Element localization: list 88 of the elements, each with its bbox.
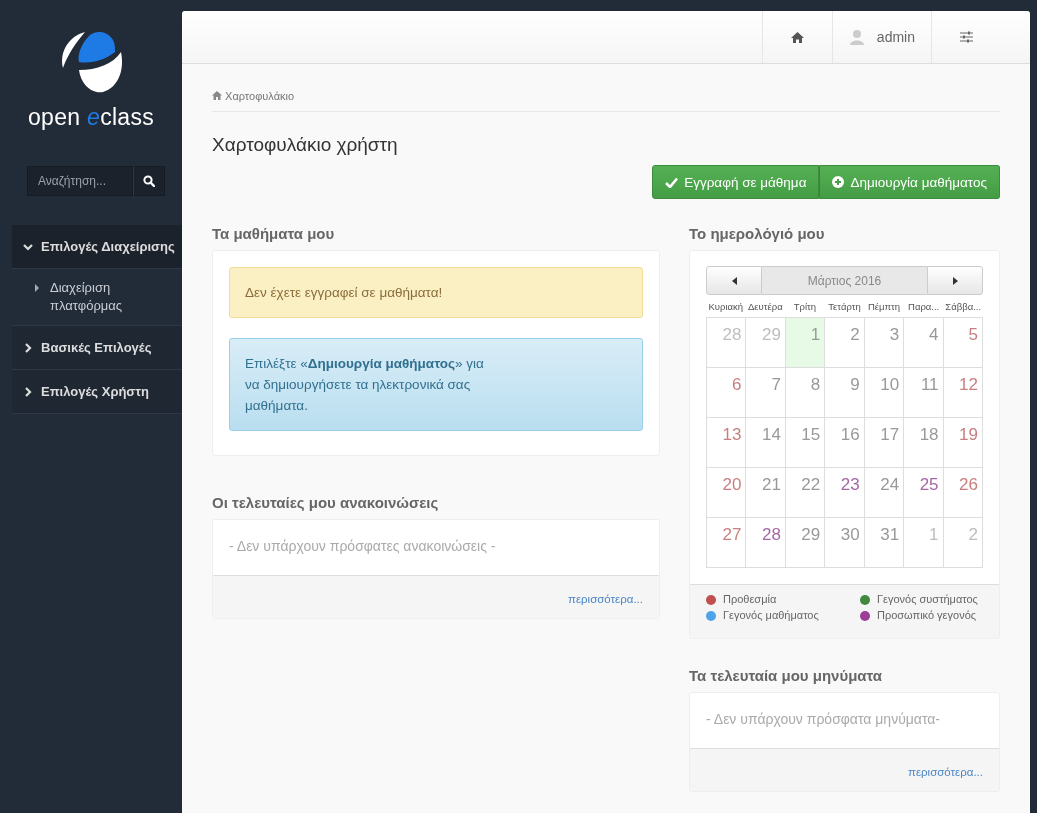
- caret-right-icon: [952, 276, 958, 285]
- home-icon: [212, 91, 222, 100]
- calendar-day[interactable]: 6: [707, 368, 747, 418]
- calendar-day[interactable]: 2: [825, 318, 865, 368]
- calendar-day[interactable]: 17: [864, 418, 905, 468]
- previous-month-button[interactable]: [706, 266, 762, 295]
- calendar-day[interactable]: 23: [825, 468, 865, 518]
- calendar-day[interactable]: 29: [746, 318, 786, 368]
- calendar-day[interactable]: 11: [904, 368, 944, 418]
- calendar-day[interactable]: 4: [904, 318, 944, 368]
- legend-label: Προσωπικό γεγονός: [877, 610, 977, 621]
- calendar-day[interactable]: 28: [707, 318, 747, 368]
- calendar-day[interactable]: 20: [707, 468, 747, 518]
- caret-left-icon: [731, 276, 737, 285]
- calendar-day[interactable]: 31: [864, 518, 905, 568]
- page-title: Χαρτοφυλάκιο χρήστη: [212, 134, 399, 156]
- calendar-day[interactable]: 29: [785, 518, 826, 568]
- section-title: Τα τελευταία μου μηνύματα: [689, 667, 884, 684]
- weekday-label: Τετάρτη: [827, 301, 862, 314]
- user-avatar-icon: [848, 29, 865, 45]
- empty-message: - Δεν υπάρχουν πρόσφατες ανακοινώσεις -: [229, 538, 497, 554]
- legend-label: Γεγονός συστήματος: [877, 594, 978, 605]
- menu-section-label: Επιλογές Διαχείρισης: [41, 239, 175, 254]
- section-title: Τα μαθήματα μου: [212, 225, 336, 242]
- search-icon: [143, 175, 155, 187]
- section-title: Το ημερολόγιό μου: [689, 225, 826, 242]
- warning-alert: Δεν έχετε εγγραφεί σε μαθήματα!: [229, 267, 643, 318]
- calendar-day[interactable]: 24: [864, 468, 905, 518]
- calendar-day[interactable]: 7: [746, 368, 786, 418]
- calendar-day[interactable]: 26: [943, 468, 983, 518]
- chevron-icon: [23, 342, 33, 353]
- chevron-icon: [23, 241, 33, 252]
- breadcrumb-link[interactable]: Χαρτοφυλάκιο: [212, 90, 295, 102]
- search-button[interactable]: [133, 166, 165, 196]
- menu-section-label: Βασικές Επιλογές: [41, 340, 152, 355]
- calendar-day[interactable]: 1: [785, 318, 826, 368]
- calendar-day[interactable]: 21: [746, 468, 786, 518]
- weekday-label: Παρα...: [907, 301, 941, 314]
- enroll-button[interactable]: Εγγραφή σε μάθημα: [652, 165, 820, 199]
- home-icon: [790, 31, 804, 43]
- calendar-day[interactable]: 1: [904, 518, 944, 568]
- logo-text: open eclass: [27, 104, 155, 131]
- weekday-label: Κυριακή: [707, 301, 745, 314]
- sliders-icon: [960, 31, 973, 43]
- create-course-button[interactable]: Δημιουργία μαθήματος: [819, 165, 1000, 199]
- user-name: admin: [876, 29, 915, 45]
- legend-label: Γεγονός μαθήματος: [723, 610, 819, 621]
- legend-label: Προθεσμία: [723, 594, 777, 605]
- calendar-day[interactable]: 3: [864, 318, 905, 368]
- chevron-icon: [23, 386, 33, 397]
- more-link[interactable]: περισσότερα...: [907, 766, 983, 778]
- weekday-label: Τρίτη: [792, 301, 818, 314]
- calendar-day[interactable]: 14: [746, 418, 786, 468]
- calendar-day[interactable]: 5: [943, 318, 983, 368]
- info-alert: Επιλέξτε «Δημιουργία μαθήματος» για να δημιουργήσετε τα ηλεκτρονικά σας μαθήματα.: [229, 338, 643, 431]
- calendar-day[interactable]: 15: [785, 418, 826, 468]
- calendar-day[interactable]: 28: [746, 518, 786, 568]
- search-field[interactable]: Αναζήτηση...: [27, 166, 133, 196]
- menu-section[interactable]: Επιλογές Διαχείρισης: [12, 225, 182, 269]
- plus-circle-icon: [832, 176, 845, 188]
- calendar-day[interactable]: 16: [825, 418, 865, 468]
- menu-section-label: Επιλογές Χρήστη: [41, 384, 149, 399]
- menu-section[interactable]: Βασικές Επιλογές: [12, 326, 182, 370]
- calendar-day[interactable]: 12: [943, 368, 983, 418]
- more-link[interactable]: περισσότερα...: [567, 593, 643, 605]
- weekday-label: Πέμπτη: [866, 301, 902, 314]
- empty-message: - Δεν υπάρχουν πρόσφατα μηνύματα-: [706, 711, 942, 727]
- caret-icon: [34, 284, 40, 292]
- calendar-day[interactable]: 25: [904, 468, 944, 518]
- calendar-day[interactable]: 18: [904, 418, 944, 468]
- menu-section[interactable]: Επιλογές Χρήστη: [12, 370, 182, 414]
- calendar-day[interactable]: 2: [943, 518, 983, 568]
- weekday-label: Δευτέρα: [747, 301, 784, 314]
- section-title: Οι τελευταίες μου ανακοινώσεις: [212, 494, 440, 511]
- check-icon: [665, 176, 679, 188]
- calendar-day[interactable]: 9: [825, 368, 865, 418]
- calendar-day[interactable]: 13: [707, 418, 747, 468]
- calendar-day[interactable]: 22: [785, 468, 826, 518]
- weekday-label: Σάββα...: [944, 301, 983, 314]
- month-label: Μάρτιος 2016: [762, 266, 927, 295]
- calendar-day[interactable]: 10: [864, 368, 905, 418]
- calendar-day[interactable]: 19: [943, 418, 983, 468]
- next-month-button[interactable]: [927, 266, 983, 295]
- calendar-day[interactable]: 27: [707, 518, 747, 568]
- calendar-day[interactable]: 8: [785, 368, 826, 418]
- menu-item-label: Διαχείριση πλατφόρμας: [50, 279, 124, 315]
- user-menu[interactable]: admin: [831, 11, 931, 63]
- calendar-day[interactable]: 30: [825, 518, 865, 568]
